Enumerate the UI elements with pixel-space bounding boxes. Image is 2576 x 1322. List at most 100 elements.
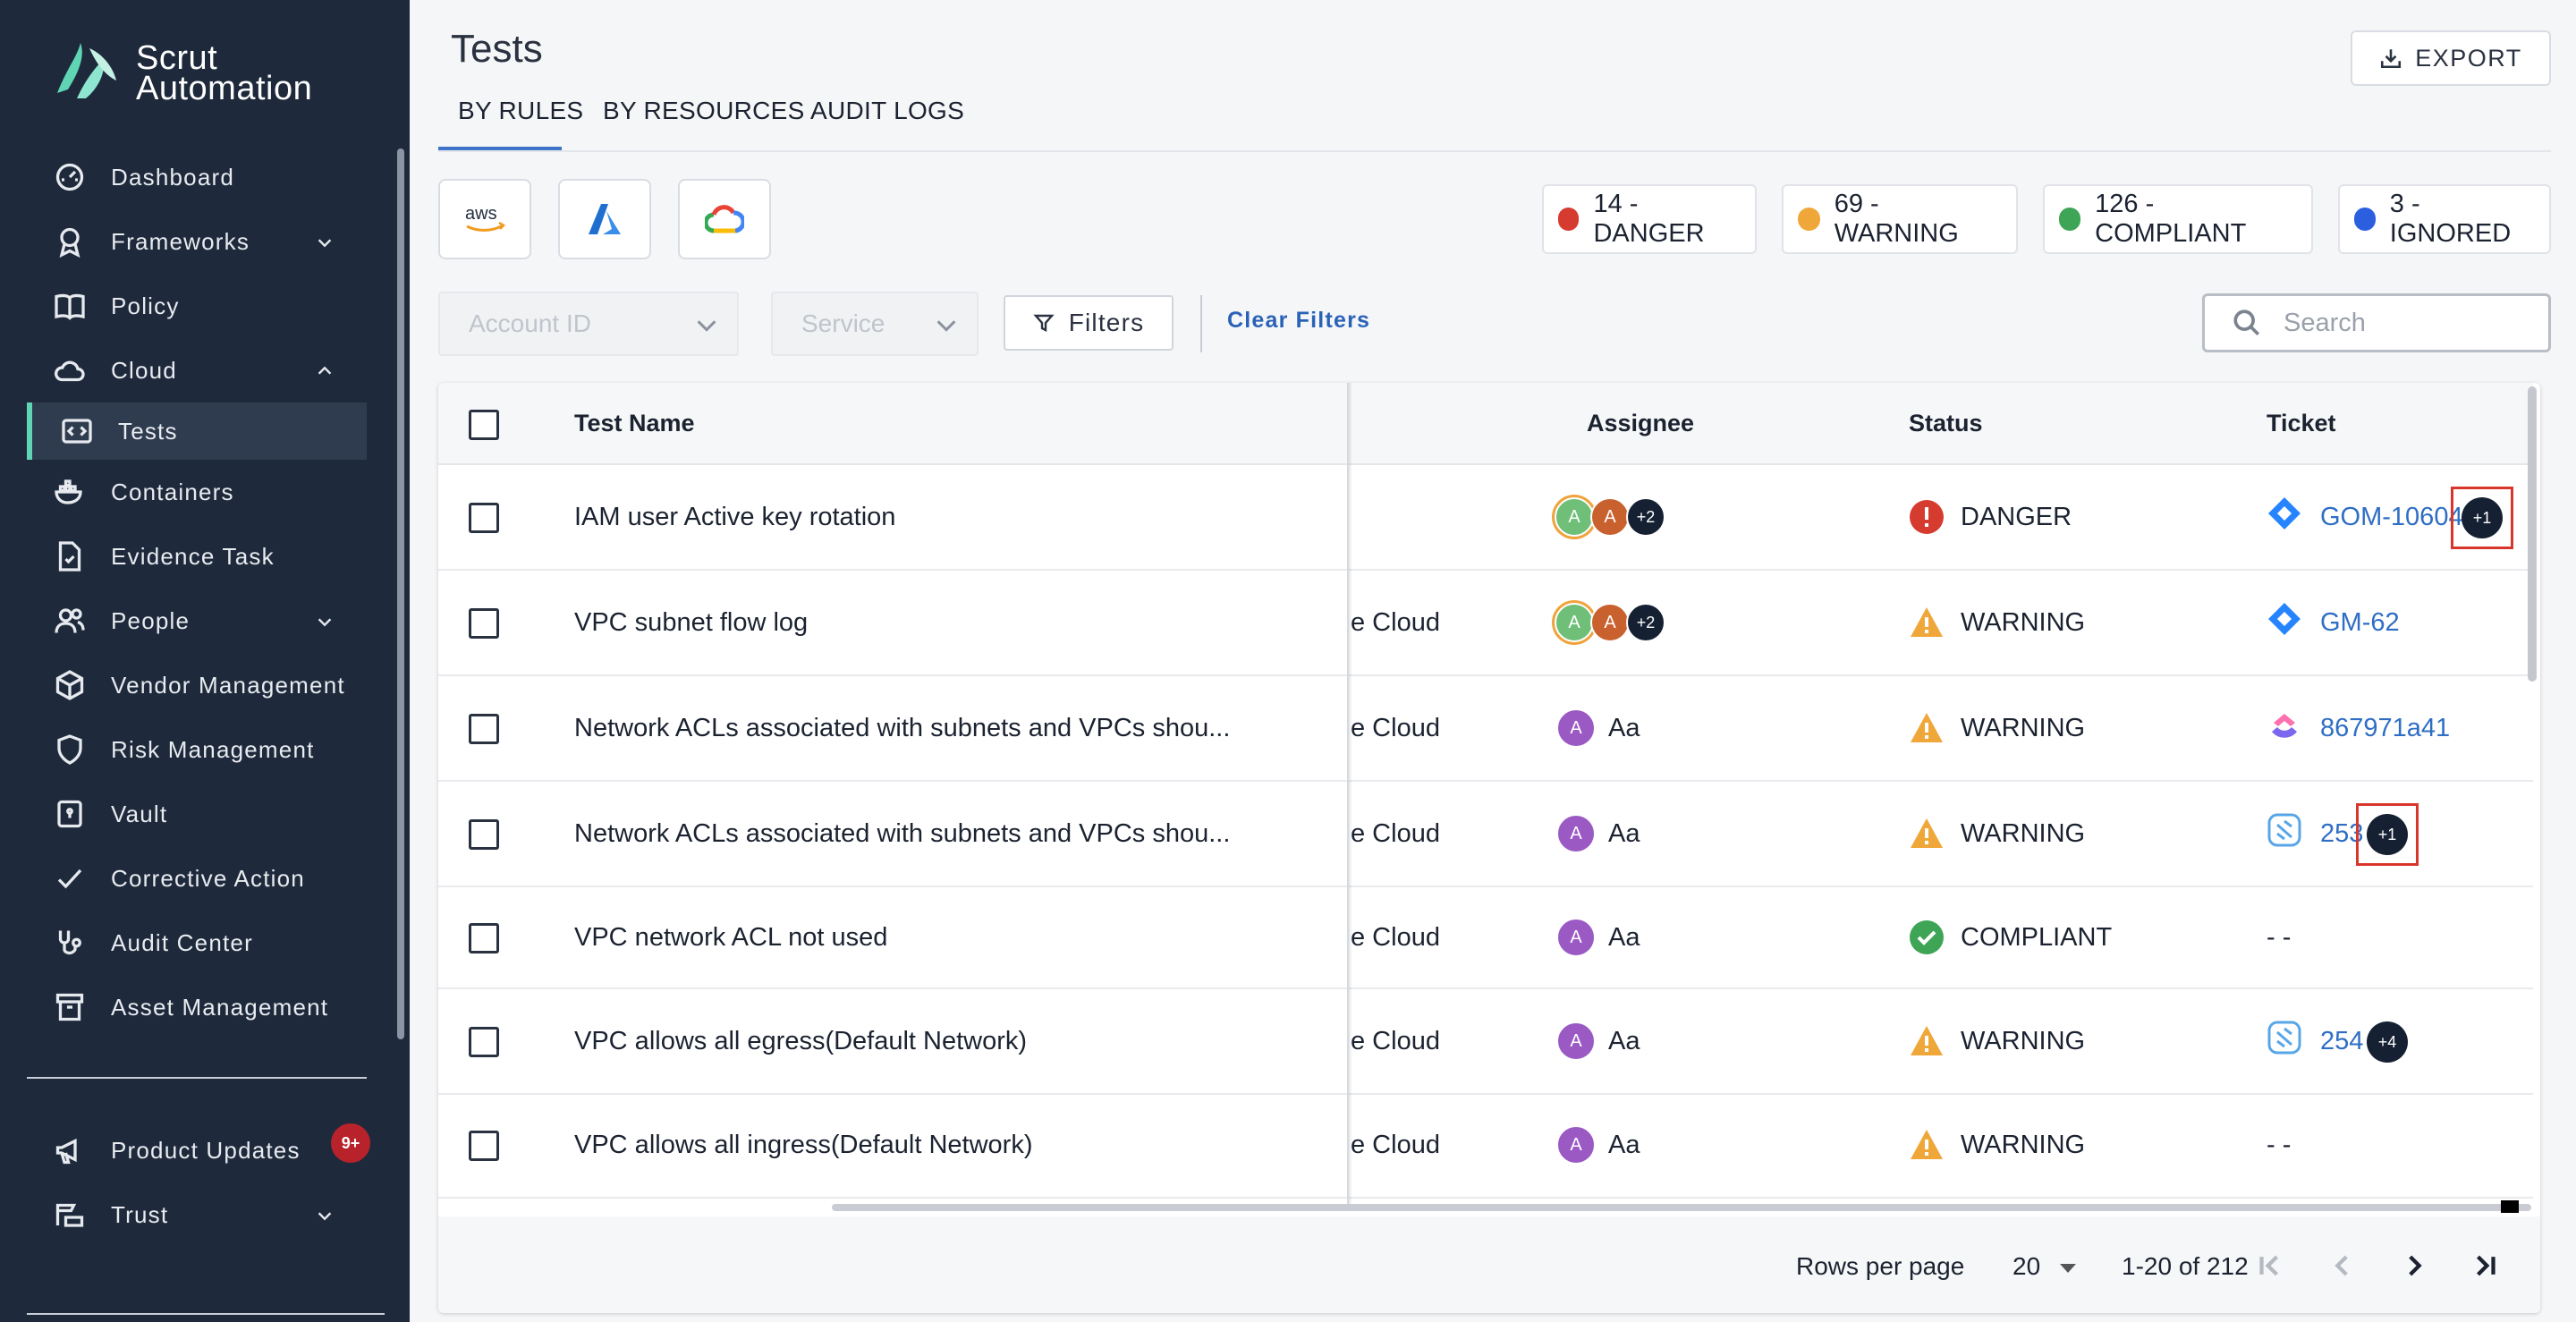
table-horizontal-scrollbar[interactable]	[832, 1204, 2531, 1211]
azure-icon	[589, 204, 621, 234]
table-header: Test Name Assignee Status Ticket	[438, 383, 2533, 465]
tab-audit-logs[interactable]: AUDIT LOGS	[810, 97, 964, 125]
sidebar: Scrut Automation Dashboard Frameworks Po…	[0, 0, 410, 1322]
table-row[interactable]: VPC subnet flow log e Cloud A A +2 WARNI…	[438, 571, 2533, 676]
table-row[interactable]: VPC network ACL not used e Cloud A Aa CO…	[438, 887, 2533, 989]
warning-icon	[1911, 1026, 1943, 1055]
more-assignees-badge[interactable]: +2	[1626, 603, 1665, 642]
sidebar-item-label: Asset Management	[111, 993, 329, 1021]
filters-button[interactable]: Filters	[1004, 295, 1174, 351]
table-row[interactable]: VPC allows all egress(Default Network) e…	[438, 989, 2533, 1095]
service-select[interactable]: Service	[771, 292, 979, 356]
status-text: DANGER	[1961, 503, 2072, 531]
test-name[interactable]: VPC subnet flow log	[574, 608, 808, 638]
sidebar-item-people[interactable]: People	[27, 592, 367, 649]
test-name[interactable]: VPC allows all egress(Default Network)	[574, 1027, 1027, 1056]
row-checkbox[interactable]	[469, 608, 499, 639]
rows-per-page-select[interactable]: 20	[2012, 1252, 2076, 1281]
test-name[interactable]: VPC network ACL not used	[574, 923, 887, 953]
chevron-down-icon[interactable]	[315, 231, 335, 250]
ignored-count-chip[interactable]: 3 - IGNORED	[2338, 184, 2551, 254]
azure-button[interactable]	[558, 179, 651, 259]
ticket-link[interactable]: GM-62	[2320, 608, 2400, 638]
tab-by-resources[interactable]: BY RESOURCES	[603, 97, 805, 125]
export-button[interactable]: EXPORT	[2351, 30, 2551, 86]
chevron-down-icon[interactable]	[315, 1204, 335, 1224]
sidebar-item-tests[interactable]: Tests	[27, 403, 367, 460]
danger-count-chip[interactable]: 14 - DANGER	[1542, 184, 1757, 254]
column-assignee[interactable]: Assignee	[1587, 410, 1694, 437]
sidebar-item-vault[interactable]: Vault	[27, 785, 367, 843]
sidebar-item-product-updates[interactable]: Product Updates	[27, 1122, 367, 1179]
first-page-button[interactable]	[2254, 1250, 2284, 1285]
sidebar-item-cloud[interactable]: Cloud	[27, 342, 367, 399]
aws-button[interactable]: aws	[438, 179, 531, 259]
sidebar-item-containers[interactable]: Containers	[27, 463, 367, 521]
ticket-link[interactable]: 254	[2320, 1027, 2363, 1056]
sidebar-item-asset-management[interactable]: Asset Management	[27, 979, 367, 1036]
search-input[interactable]: Search	[2202, 293, 2551, 352]
chevron-down-icon[interactable]	[315, 610, 335, 630]
chevron-up-icon[interactable]	[315, 360, 335, 379]
last-page-button[interactable]	[2470, 1250, 2501, 1285]
more-tickets-badge[interactable]: +4	[2367, 1021, 2408, 1063]
row-checkbox[interactable]	[469, 714, 499, 744]
sidebar-scrollbar[interactable]	[397, 148, 404, 1039]
brand-logo[interactable]: Scrut Automation	[50, 39, 312, 107]
column-ticket[interactable]: Ticket	[2267, 410, 2336, 437]
row-checkbox[interactable]	[469, 1131, 499, 1161]
sidebar-item-policy[interactable]: Policy	[27, 277, 367, 335]
sidebar-item-dashboard[interactable]: Dashboard	[27, 148, 367, 206]
sidebar-item-trust[interactable]: Trust	[27, 1186, 367, 1243]
ticket-link[interactable]: 867971a41	[2320, 714, 2450, 743]
provider-text: e Cloud	[1351, 819, 1440, 848]
sidebar-item-evidence-task[interactable]: Evidence Task	[27, 528, 367, 585]
test-name[interactable]: Network ACLs associated with subnets and…	[574, 819, 1230, 849]
table-row[interactable]: IAM user Active key rotation A A +2 DANG…	[438, 465, 2533, 571]
highlight-box	[2451, 487, 2513, 549]
warning-count-chip[interactable]: 69 - WARNING	[1782, 184, 2018, 254]
test-name[interactable]: Network ACLs associated with subnets and…	[574, 714, 1230, 743]
scroll-handle[interactable]	[2501, 1200, 2519, 1213]
tab-by-rules[interactable]: BY RULES	[458, 97, 583, 125]
last-page-icon	[2476, 1255, 2496, 1276]
warning-dot-icon	[1798, 208, 1820, 231]
row-checkbox[interactable]	[469, 819, 499, 850]
sidebar-item-audit-center[interactable]: Audit Center	[27, 914, 367, 971]
select-all-checkbox[interactable]	[469, 410, 499, 440]
column-test-name[interactable]: Test Name	[574, 410, 695, 437]
row-checkbox[interactable]	[469, 923, 499, 953]
sidebar-item-vendor-management[interactable]: Vendor Management	[27, 657, 367, 714]
search-placeholder: Search	[2284, 308, 2366, 337]
chevron-down-icon	[697, 320, 716, 332]
table-row[interactable]: Network ACLs associated with subnets and…	[438, 676, 2533, 782]
chip-label: 126 - COMPLIANT	[2095, 190, 2247, 248]
megaphone-icon	[52, 1132, 88, 1168]
sidebar-item-label: Cloud	[111, 356, 177, 384]
sidebar-item-corrective-action[interactable]: Corrective Action	[27, 850, 367, 907]
test-name[interactable]: IAM user Active key rotation	[574, 503, 895, 532]
sidebar-item-risk-management[interactable]: Risk Management	[27, 721, 367, 778]
compliant-count-chip[interactable]: 126 - COMPLIANT	[2043, 184, 2313, 254]
column-status[interactable]: Status	[1909, 410, 1983, 437]
status-text: WARNING	[1961, 608, 2086, 637]
ticket-link[interactable]: GOM-10604	[2320, 503, 2463, 532]
table-vertical-scrollbar[interactable]	[2528, 386, 2537, 682]
clear-filters-link[interactable]: Clear Filters	[1227, 308, 1370, 334]
google-cloud-button[interactable]	[678, 179, 771, 259]
filter-icon	[1033, 314, 1055, 332]
account-id-select[interactable]: Account ID	[438, 292, 739, 356]
table-row[interactable]: VPC allows all ingress(Default Network) …	[438, 1095, 2533, 1199]
table-row[interactable]: Network ACLs associated with subnets and…	[438, 782, 2533, 887]
warning-icon	[1911, 1130, 1943, 1159]
avatar: A	[1556, 1021, 1596, 1061]
sidebar-item-frameworks[interactable]: Frameworks	[27, 213, 367, 270]
previous-page-button[interactable]	[2327, 1250, 2358, 1285]
row-checkbox[interactable]	[469, 1027, 499, 1057]
jira-icon	[2268, 497, 2301, 530]
more-assignees-badge[interactable]: +2	[1626, 497, 1665, 537]
test-name[interactable]: VPC allows all ingress(Default Network)	[574, 1131, 1033, 1160]
warning-icon	[1911, 713, 1943, 742]
row-checkbox[interactable]	[469, 503, 499, 533]
next-page-button[interactable]	[2399, 1250, 2429, 1285]
